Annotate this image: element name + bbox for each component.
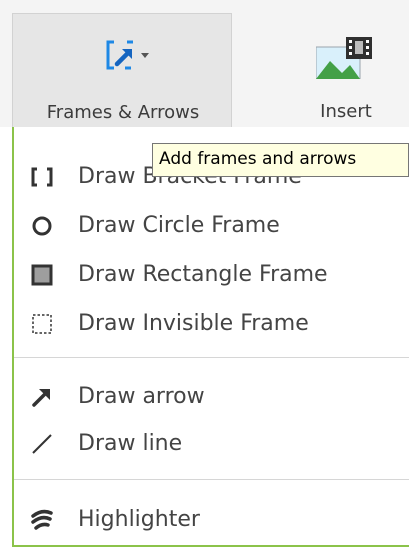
arrow-icon <box>32 389 50 407</box>
menu-item-draw-rectangle-frame[interactable]: Draw Rectangle Frame <box>14 254 409 296</box>
menu-item-highlighter[interactable]: Highlighter <box>14 499 409 541</box>
frames-arrows-label: Frames & Arrows <box>46 102 200 123</box>
frames-arrows-dropdown-menu: Draw Bracket Frame Draw Circle Frame Dra… <box>12 127 409 547</box>
invisible-frame-icon <box>32 314 52 334</box>
insert-button[interactable]: Insert <box>296 13 409 127</box>
bracket-frame-icon <box>31 167 53 187</box>
menu-item-label: Draw Invisible Frame <box>78 311 309 336</box>
menu-separator <box>14 357 409 358</box>
menu-item-label: Draw arrow <box>78 384 205 409</box>
frame-arrow-icon <box>106 40 149 70</box>
menu-item-label: Draw Circle Frame <box>78 213 280 238</box>
menu-item-draw-arrow[interactable]: Draw arrow <box>14 376 409 418</box>
menu-item-label: Draw line <box>78 431 183 456</box>
menu-separator <box>14 479 409 480</box>
rectangle-frame-icon <box>31 264 53 286</box>
frames-arrows-button[interactable]: Frames & Arrows <box>12 13 232 127</box>
menu-item-label: Draw Rectangle Frame <box>78 262 328 287</box>
app-stage: Frames & Arrows Insert Draw Draw Circle … <box>0 0 409 549</box>
menu-item-draw-circle-frame[interactable]: Draw Circle Frame <box>14 205 409 247</box>
menu-item-draw-invisible-frame[interactable]: Draw Invisible Frame <box>14 303 409 345</box>
tooltip: Add frames and arrows <box>152 143 409 177</box>
menu-item-label: Highlighter <box>78 507 200 532</box>
line-icon <box>32 434 52 454</box>
insert-label: Insert <box>320 101 372 122</box>
chevron-down-icon <box>141 53 149 58</box>
highlighter-icon <box>31 509 53 530</box>
circle-frame-icon <box>32 216 52 236</box>
menu-item-draw-line[interactable]: Draw line <box>14 423 409 465</box>
insert-image-icon <box>316 37 372 79</box>
ribbon-toolbar: Frames & Arrows Insert <box>0 0 409 127</box>
